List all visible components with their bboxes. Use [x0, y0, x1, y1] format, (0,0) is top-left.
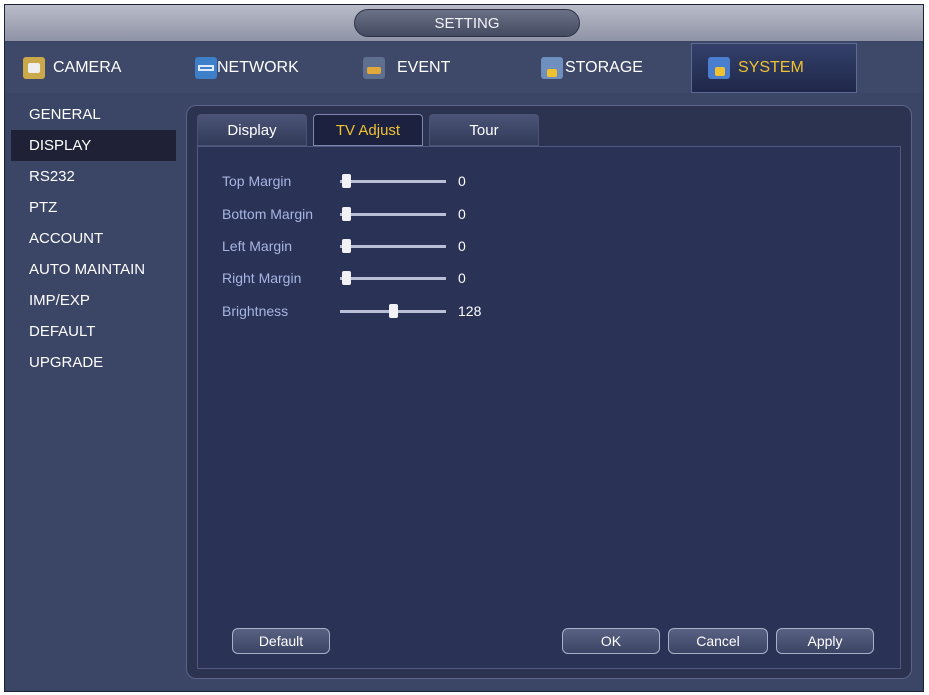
tab-storage-label: STORAGE [565, 59, 643, 76]
top-margin-value: 0 [458, 173, 466, 189]
bottom-margin-slider[interactable] [340, 201, 446, 227]
slider-track [340, 213, 446, 216]
tab-network[interactable]: NETWORK [195, 43, 361, 93]
slider-thumb[interactable] [342, 271, 351, 285]
setting-row: Top Margin 0 [222, 168, 466, 194]
tab-camera-label: CAMERA [53, 59, 122, 76]
camera-icon [23, 57, 45, 79]
slider-track [340, 180, 446, 183]
tab-display[interactable]: Display [197, 114, 307, 146]
tab-network-label: NETWORK [217, 59, 299, 76]
slider-track [340, 245, 446, 248]
system-icon [708, 57, 730, 79]
right-margin-slider[interactable] [340, 265, 446, 291]
sidebar-item-rs232[interactable]: RS232 [11, 161, 176, 192]
right-margin-label: Right Margin [222, 270, 302, 286]
left-margin-value: 0 [458, 238, 466, 254]
sidebar-item-upgrade[interactable]: UPGRADE [11, 347, 176, 378]
cancel-button[interactable]: Cancel [668, 628, 768, 654]
brightness-label: Brightness [222, 303, 289, 319]
tab-tv-adjust[interactable]: TV Adjust [313, 114, 423, 146]
slider-thumb[interactable] [342, 207, 351, 221]
setting-row: Brightness 128 [222, 298, 481, 324]
tab-system-label: SYSTEM [738, 59, 804, 76]
slider-thumb[interactable] [342, 174, 351, 188]
slider-track [340, 277, 446, 280]
window-title: SETTING [354, 9, 580, 37]
left-margin-label: Left Margin [222, 238, 293, 254]
brightness-slider[interactable] [340, 298, 446, 324]
sidebar-item-auto-maintain[interactable]: AUTO MAINTAIN [11, 254, 176, 285]
sidebar: GENERAL DISPLAY RS232 PTZ ACCOUNT AUTO M… [11, 99, 176, 679]
tab-system[interactable]: SYSTEM [691, 43, 857, 93]
default-button[interactable]: Default [232, 628, 330, 654]
settings-panel: Display TV Adjust Tour Top Margin 0 Bott… [186, 105, 912, 679]
brightness-value: 128 [458, 303, 482, 319]
tv-adjust-content: Top Margin 0 Bottom Margin 0 Left Margin [197, 146, 901, 669]
sidebar-item-display[interactable]: DISPLAY [11, 130, 176, 161]
slider-thumb[interactable] [389, 304, 398, 318]
sidebar-item-imp-exp[interactable]: IMP/EXP [11, 285, 176, 316]
left-margin-slider[interactable] [340, 233, 446, 259]
right-margin-value: 0 [458, 270, 466, 286]
ok-button[interactable]: OK [562, 628, 660, 654]
storage-icon [541, 57, 563, 79]
tab-storage[interactable]: STORAGE [541, 43, 707, 93]
main-tab-bar: CAMERA NETWORK EVENT STORAGE SYSTEM [5, 43, 923, 93]
tab-camera[interactable]: CAMERA [23, 43, 189, 93]
top-margin-slider[interactable] [340, 168, 446, 194]
bottom-margin-label: Bottom Margin [222, 206, 314, 222]
settings-window: SETTING CAMERA NETWORK EVENT STORAGE SYS… [4, 4, 924, 692]
sidebar-item-account[interactable]: ACCOUNT [11, 223, 176, 254]
tab-event-label: EVENT [397, 59, 451, 76]
apply-button[interactable]: Apply [776, 628, 874, 654]
slider-thumb[interactable] [342, 239, 351, 253]
sidebar-item-general[interactable]: GENERAL [11, 99, 176, 130]
title-bar: SETTING [5, 5, 923, 41]
sidebar-item-default[interactable]: DEFAULT [11, 316, 176, 347]
top-margin-label: Top Margin [222, 173, 292, 189]
tab-tour[interactable]: Tour [429, 114, 539, 146]
bottom-margin-value: 0 [458, 206, 466, 222]
tab-event[interactable]: EVENT [363, 43, 529, 93]
setting-row: Right Margin 0 [222, 265, 466, 291]
network-icon [195, 57, 217, 79]
setting-row: Bottom Margin 0 [222, 201, 466, 227]
event-icon [363, 57, 385, 79]
setting-row: Left Margin 0 [222, 233, 466, 259]
sidebar-item-ptz[interactable]: PTZ [11, 192, 176, 223]
